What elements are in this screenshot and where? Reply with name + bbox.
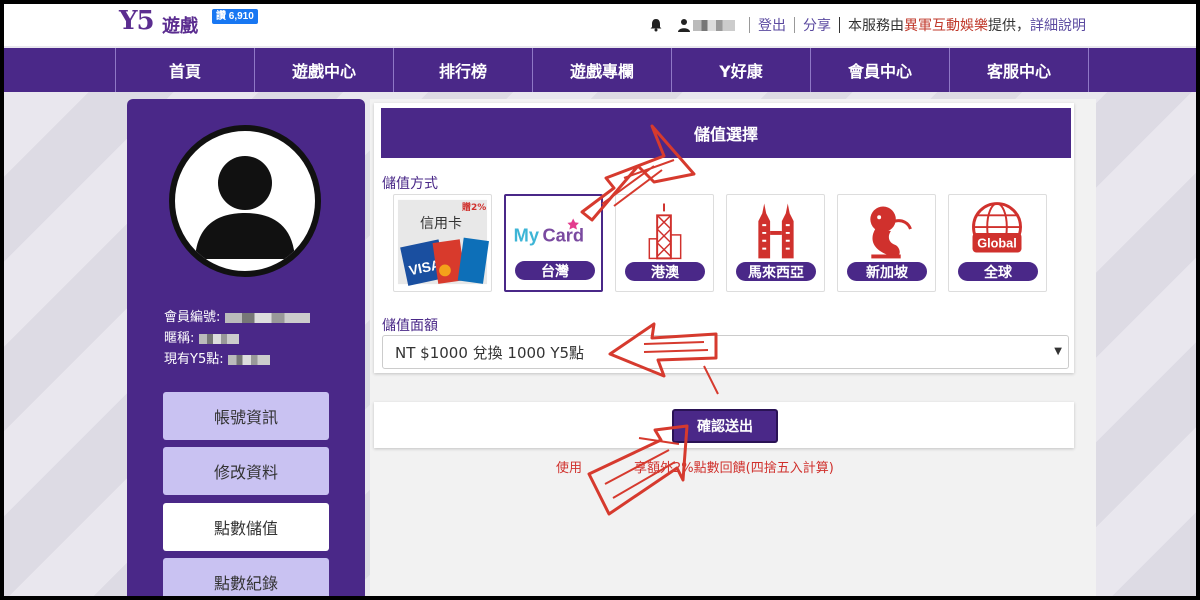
top-bar: Y5 遊戲 讚 6,910 登出 分享 本服務由 異軍互動娛樂 提供， 詳細說明	[4, 4, 1196, 46]
nav-y-deals[interactable]: Y好康	[672, 48, 811, 92]
method-label-malaysia: 馬來西亞	[736, 262, 816, 281]
svg-text:Card: Card	[542, 225, 584, 246]
nav-home[interactable]: 首頁	[116, 48, 255, 92]
points-label: 現有Y5點:	[164, 352, 224, 367]
share-link[interactable]: 分享	[803, 15, 831, 35]
method-label-taiwan: 台灣	[515, 261, 595, 280]
member-sidebar: 會員編號: 暱稱: 現有Y5點: 帳號資訊 修改資料 點數儲值 點數紀錄	[127, 99, 365, 596]
annotation-arrow-amount	[608, 322, 719, 395]
divider	[839, 17, 840, 33]
browser-frame: Y5 遊戲 讚 6,910 登出 分享 本服務由 異軍互動娛樂 提供， 詳細說明	[4, 4, 1196, 596]
topup-title: 儲值選擇	[381, 108, 1071, 158]
divider	[794, 17, 795, 33]
logo-subtitle[interactable]: 遊戲	[162, 12, 198, 38]
amount-label: 儲值面額	[382, 318, 438, 334]
logo[interactable]: Y5	[119, 6, 155, 36]
submit-card: 確認送出	[374, 402, 1074, 448]
points-blurred	[227, 354, 270, 365]
chevron-down-icon: ▼	[1054, 346, 1062, 357]
user-icon	[678, 19, 690, 32]
service-suffix: 提供，	[988, 18, 1030, 34]
service-company-link[interactable]: 異軍互動娛樂	[904, 15, 988, 35]
globe-icon: Global	[972, 202, 1022, 253]
method-label-global: 全球	[958, 262, 1038, 281]
nav-ranking[interactable]: 排行榜	[394, 48, 533, 92]
service-prefix: 本服務由	[848, 18, 904, 34]
top-links: 登出 分享 本服務由 異軍互動娛樂 提供， 詳細說明	[649, 16, 1086, 34]
amount-selected-value: NT $1000 兌換 1000 Y5點	[395, 343, 585, 362]
svg-text:My: My	[514, 225, 540, 246]
method-label: 儲值方式	[382, 176, 438, 192]
member-id-label: 會員編號:	[164, 310, 221, 325]
bell-icon[interactable]	[649, 18, 663, 32]
annotation-arrow-submit	[587, 424, 689, 516]
bonus-badge: 贈2%	[462, 203, 487, 213]
merlion-icon	[870, 206, 912, 259]
method-label-credit-card: 信用卡	[420, 216, 462, 232]
method-global[interactable]: Global 全球	[948, 194, 1047, 292]
avatar	[169, 125, 321, 277]
method-label-hongkong: 港澳	[625, 262, 705, 281]
details-link[interactable]: 詳細說明	[1030, 15, 1086, 35]
petronas-towers-icon	[758, 203, 794, 259]
avatar-icon	[195, 156, 295, 259]
global-logo-text: Global	[977, 236, 1017, 251]
nav-member-center[interactable]: 會員中心	[811, 48, 950, 92]
payment-methods: VISA 信用卡 贈2% My Card 台灣 港澳 馬來西亞 新加坡 Glob…	[393, 194, 1047, 292]
username-blurred	[693, 19, 735, 31]
points-topup-button[interactable]: 點數儲值	[163, 503, 329, 551]
account-info-button[interactable]: 帳號資訊	[163, 392, 329, 440]
member-id-blurred	[224, 312, 310, 323]
main-nav: 首頁 遊戲中心 排行榜 遊戲專欄 Y好康 會員中心 客服中心	[4, 48, 1196, 92]
divider	[749, 17, 750, 33]
points-history-button[interactable]: 點數紀錄	[163, 558, 329, 596]
nav-game-column[interactable]: 遊戲專欄	[533, 48, 672, 92]
logout-link[interactable]: 登出	[758, 15, 786, 35]
method-malaysia[interactable]: 馬來西亞	[726, 194, 825, 292]
user-menu[interactable]	[677, 18, 735, 32]
method-credit-card[interactable]: VISA 信用卡 贈2%	[393, 194, 492, 292]
facebook-like-button[interactable]: 讚 6,910	[212, 9, 258, 24]
annotation-arrow-method	[580, 124, 696, 222]
method-label-singapore: 新加坡	[847, 262, 927, 281]
member-info: 會員編號: 暱稱: 現有Y5點:	[164, 307, 310, 370]
edit-profile-button[interactable]: 修改資料	[163, 447, 329, 495]
nav-game-center[interactable]: 遊戲中心	[255, 48, 394, 92]
method-singapore[interactable]: 新加坡	[837, 194, 936, 292]
nickname-label: 暱稱:	[164, 331, 195, 346]
nav-support[interactable]: 客服中心	[950, 48, 1089, 92]
nickname-blurred	[198, 333, 239, 344]
